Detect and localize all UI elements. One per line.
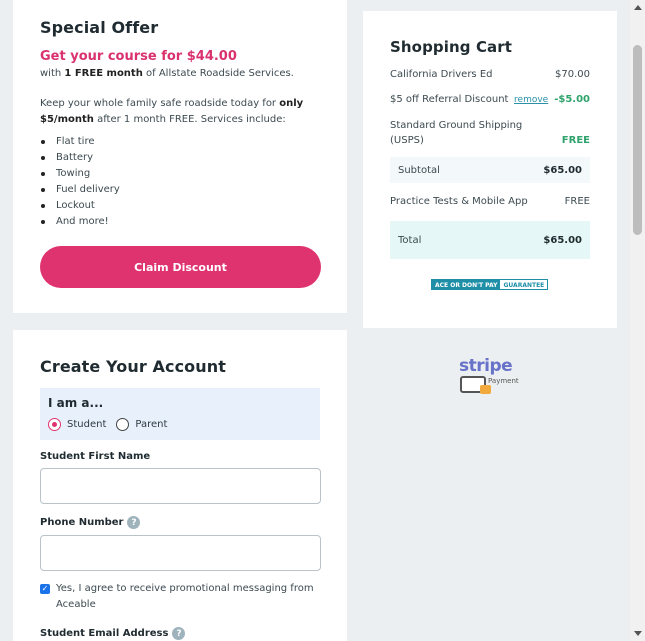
guarantee-badge: ACE OR DON'T PAY GUARANTEE	[431, 279, 549, 290]
services-list: Flat tire Battery Towing Fuel delivery L…	[40, 134, 320, 230]
special-offer-card: Special Offer Get your course for $44.00…	[13, 0, 347, 313]
consent-checkbox[interactable]: ✓	[40, 584, 50, 594]
offer-title: Special Offer	[40, 18, 159, 37]
cart-item-name: California Drivers Ed	[390, 69, 493, 80]
shopping-cart-card: Shopping Cart California Drivers Ed $70.…	[363, 11, 617, 328]
cart-item-price: $70.00	[555, 69, 590, 80]
offer-description: Keep your whole family safe roadside tod…	[40, 98, 304, 125]
shipping-amount: FREE	[561, 135, 590, 146]
parent-radio-label[interactable]: Parent	[135, 419, 167, 430]
lock-icon	[480, 385, 491, 394]
student-radio[interactable]	[48, 418, 61, 431]
service-item: Battery	[40, 150, 320, 166]
service-item: Flat tire	[40, 134, 320, 150]
consent-text: Yes, I agree to receive promotional mess…	[56, 583, 314, 610]
phone-input[interactable]	[40, 535, 321, 571]
consent-row: ✓ Yes, I agree to receive promotional me…	[40, 581, 320, 613]
shipping-label: Standard Ground Shipping (USPS)	[390, 120, 523, 146]
referral-discount-row: $5 off Referral Discount remove -$5.00	[390, 94, 590, 105]
offer-price-line: Get your course for $44.00	[40, 49, 237, 64]
first-name-input[interactable]	[40, 468, 321, 504]
service-item: And more!	[40, 214, 320, 230]
create-account-card: Create Your Account I am a... Student Pa…	[13, 330, 347, 641]
offer-subtitle: with 1 FREE month of Allstate Roadside S…	[40, 68, 294, 79]
role-question: I am a...	[48, 396, 104, 410]
role-selector: I am a... Student Parent	[40, 388, 320, 440]
account-title: Create Your Account	[40, 357, 226, 376]
scrollbar-thumb[interactable]	[633, 45, 642, 235]
help-icon[interactable]: ?	[127, 516, 141, 529]
email-label: Student Email Address ?	[40, 627, 320, 640]
phone-label: Phone Number ?	[40, 516, 320, 529]
claim-discount-button[interactable]: Claim Discount	[40, 246, 321, 288]
practice-tests-row: Practice Tests & Mobile App FREE	[390, 196, 590, 207]
total-row: Total $65.00	[390, 221, 590, 259]
practice-amount: FREE	[564, 196, 590, 207]
payment-label: Payment	[488, 377, 519, 385]
subtotal-amount: $65.00	[543, 164, 582, 176]
student-radio-label[interactable]: Student	[67, 419, 106, 430]
referral-label: $5 off Referral Discount	[390, 94, 509, 105]
cart-title: Shopping Cart	[390, 38, 513, 56]
service-item: Fuel delivery	[40, 182, 320, 198]
page-scrollbar[interactable]	[630, 0, 645, 641]
total-amount: $65.00	[543, 234, 582, 246]
first-name-label: Student First Name	[40, 451, 151, 462]
stripe-payment-badge: stripe Payment	[459, 356, 529, 398]
parent-radio[interactable]	[116, 418, 130, 431]
cart-item-row: California Drivers Ed $70.00	[390, 69, 590, 80]
service-item: Towing	[40, 166, 320, 182]
subtotal-row: Subtotal $65.00	[390, 157, 590, 183]
shipping-row: Standard Ground Shipping (USPS) FREE	[390, 118, 590, 148]
scroll-down-arrow-icon[interactable]	[634, 631, 642, 636]
practice-label: Practice Tests & Mobile App	[390, 196, 528, 207]
scroll-up-arrow-icon[interactable]	[634, 5, 642, 10]
help-icon[interactable]: ?	[172, 627, 186, 640]
referral-amount: -$5.00	[554, 94, 590, 105]
subtotal-label: Subtotal	[398, 164, 440, 176]
service-item: Lockout	[40, 198, 320, 214]
total-label: Total	[398, 234, 422, 246]
remove-referral-link[interactable]: remove	[514, 95, 548, 105]
stripe-logo: stripe	[459, 356, 513, 376]
